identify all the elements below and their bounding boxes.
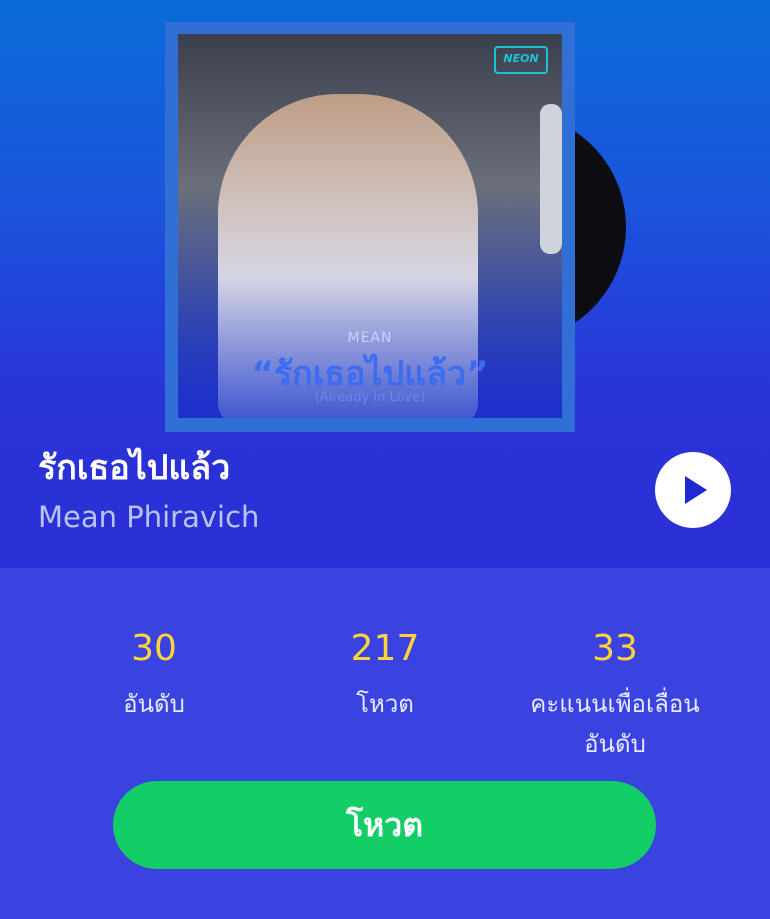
stat-points-to-rank-up: 33 คะแนนเพื่อเลื่อนอันดับ <box>500 628 730 764</box>
vote-button[interactable]: โหวต <box>113 781 656 869</box>
stat-votes: 217 โหวต <box>270 628 500 724</box>
stat-rank: 30 อันดับ <box>39 628 269 724</box>
stat-value: 30 <box>131 628 177 669</box>
stat-value: 33 <box>592 628 638 669</box>
stat-label: คะแนนเพื่อเลื่อนอันดับ <box>530 690 700 758</box>
stat-label: อันดับ <box>123 690 185 718</box>
song-header: NEON MEAN “รักเธอไปแล้ว” (Already in Lov… <box>0 0 770 568</box>
play-icon <box>685 476 707 504</box>
stat-label: โหวต <box>356 690 414 718</box>
neon-logo: NEON <box>494 46 548 74</box>
album-cover: NEON MEAN “รักเธอไปแล้ว” (Already in Lov… <box>178 34 562 418</box>
artist-name: Mean Phiravich <box>38 500 260 534</box>
stat-value: 217 <box>350 628 420 669</box>
song-title: รักเธอไปแล้ว <box>38 448 231 488</box>
cover-subtitle: (Already in Love) <box>314 390 426 405</box>
cover-microphone <box>540 104 562 254</box>
cover-artist: MEAN <box>347 330 393 346</box>
play-button[interactable] <box>655 452 731 528</box>
